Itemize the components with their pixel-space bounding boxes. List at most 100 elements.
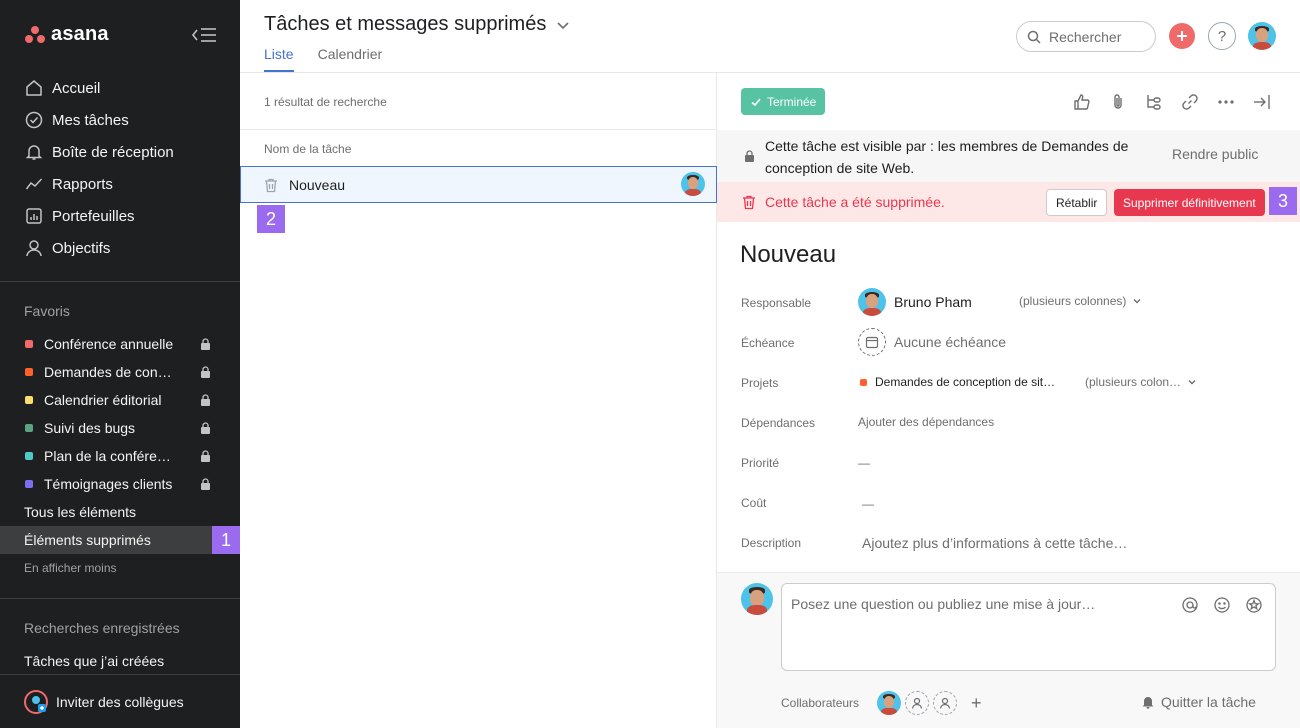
field-label-due-date: Échéance xyxy=(741,336,795,350)
quick-add-button[interactable] xyxy=(1169,23,1195,49)
sidebar-item-reports[interactable]: Rapports xyxy=(0,168,240,200)
top-header: Tâches et messages supprimés Liste Calen… xyxy=(240,0,1300,73)
sidebar-item-inbox[interactable]: Boîte de réception xyxy=(0,136,240,168)
project-color-dot xyxy=(860,378,867,386)
add-collaborator-placeholder-icon[interactable] xyxy=(933,691,957,715)
asana-logo[interactable]: asana xyxy=(25,23,109,46)
field-label-cost: Coût xyxy=(741,496,767,510)
task-title[interactable]: Nouveau xyxy=(740,241,836,269)
favorite-item[interactable]: Calendrier éditorial xyxy=(0,386,240,414)
bell-icon xyxy=(1142,697,1154,709)
add-collaborator-plus-icon[interactable]: + xyxy=(971,693,982,714)
column-header-task-name[interactable]: Nom de la tâche xyxy=(240,129,717,167)
sidebar-item-label: Mes tâches xyxy=(52,111,129,129)
task-name: Nouveau xyxy=(289,176,346,193)
comment-area: Posez une question ou publiez une mise à… xyxy=(717,572,1300,728)
deleted-message: Cette tâche a été supprimée. xyxy=(765,194,945,210)
due-date-field[interactable]: Aucune échéance xyxy=(858,328,1006,356)
favorite-item[interactable]: Conférence annuelle xyxy=(0,330,240,358)
make-public-button[interactable]: Rendre public xyxy=(1172,146,1258,162)
favorite-label: Demandes de conception de site Web xyxy=(44,364,176,380)
task-list-pane: 1 résultat de recherche Nom de la tâche … xyxy=(240,73,717,728)
mention-icon[interactable] xyxy=(1181,596,1199,614)
sidebar-item-my-tasks[interactable]: Mes tâches xyxy=(0,104,240,136)
more-icon[interactable] xyxy=(1216,92,1236,112)
favorite-label: Suivi des bugs xyxy=(44,420,136,436)
favorite-item[interactable]: Plan de la conférence xyxy=(0,442,240,470)
user-avatar[interactable] xyxy=(1248,22,1276,55)
invite-colleagues-button[interactable]: Inviter des collègues xyxy=(0,674,240,728)
comment-input[interactable]: Posez une question ou publiez une mise à… xyxy=(781,583,1276,671)
subtask-icon[interactable] xyxy=(1144,92,1164,112)
invite-label: Inviter des collègues xyxy=(56,693,184,710)
lock-icon xyxy=(201,338,210,350)
sidebar: asana Accueil Mes tâches Boîte de récept… xyxy=(0,0,240,728)
chart-line-icon xyxy=(24,174,44,194)
project-tag[interactable]: Demandes de conception de sit… xyxy=(860,375,1055,389)
description-input[interactable]: Ajoutez plus d’informations à cette tâch… xyxy=(862,535,1127,551)
thumbs-up-icon[interactable] xyxy=(1072,92,1092,112)
sidebar-item-all-items[interactable]: Tous les éléments xyxy=(0,498,240,526)
help-button[interactable]: ? xyxy=(1208,22,1236,50)
favorite-item[interactable]: Suivi des bugs xyxy=(0,414,240,442)
sidebar-item-portfolios[interactable]: Portefeuilles xyxy=(0,200,240,232)
visibility-banner: Cette tâche est visible par : les membre… xyxy=(717,130,1300,182)
collapse-sidebar-icon[interactable] xyxy=(191,26,217,44)
project-section[interactable]: (plusieurs colon… xyxy=(1085,375,1197,389)
sidebar-item-label: Accueil xyxy=(52,79,101,97)
search-input[interactable]: Rechercher xyxy=(1016,21,1156,52)
favorite-item[interactable]: Demandes de conception de site Web xyxy=(0,358,240,386)
sidebar-item-deleted-items[interactable]: Éléments supprimés xyxy=(0,526,212,554)
collaborator-avatar[interactable] xyxy=(877,691,901,715)
sidebar-item-home[interactable]: Accueil xyxy=(0,72,240,104)
task-toolbar xyxy=(1072,92,1272,112)
favorite-label: Plan de la conférence xyxy=(44,448,176,464)
leave-task-button[interactable]: Quitter la tâche xyxy=(1141,694,1256,710)
assignee-field[interactable]: Bruno Pham xyxy=(858,288,972,316)
attachment-icon[interactable] xyxy=(1108,92,1128,112)
lock-icon xyxy=(201,422,210,434)
comment-placeholder: Posez une question ou publiez une mise à… xyxy=(791,596,1096,612)
project-color-dot xyxy=(25,368,33,376)
collaborators-label: Collaborateurs xyxy=(781,696,860,710)
cost-value[interactable]: — xyxy=(862,497,874,511)
link-icon[interactable] xyxy=(1180,92,1200,112)
tab-list[interactable]: Liste xyxy=(264,46,294,72)
field-label-dependencies: Dépendances xyxy=(741,416,816,430)
sidebar-item-label: Boîte de réception xyxy=(52,143,174,161)
annotation-badge: 3 xyxy=(1269,187,1297,215)
field-label-projects: Projets xyxy=(741,376,779,390)
sidebar-item-goals[interactable]: Objectifs xyxy=(0,232,240,264)
mark-complete-button[interactable]: Terminée xyxy=(741,88,826,115)
close-pane-icon[interactable] xyxy=(1252,92,1272,112)
saved-search-item[interactable]: Tâches que j’ai créées xyxy=(24,653,164,669)
sidebar-divider xyxy=(0,281,240,282)
tab-calendar[interactable]: Calendrier xyxy=(318,46,383,72)
favorite-item[interactable]: Témoignages clients xyxy=(0,470,240,498)
search-icon xyxy=(1027,30,1041,44)
star-icon[interactable] xyxy=(1245,596,1263,614)
chevron-down-icon xyxy=(557,21,569,29)
table-row[interactable]: Nouveau xyxy=(240,166,717,203)
show-less-link[interactable]: En afficher moins xyxy=(0,554,240,582)
lock-icon xyxy=(745,150,754,162)
sidebar-item-label: Rapports xyxy=(52,175,113,193)
emoji-icon[interactable] xyxy=(1213,596,1231,614)
assignee-avatar[interactable] xyxy=(681,172,705,199)
annotation-badge: 2 xyxy=(257,205,285,233)
favorite-label: Conférence annuelle xyxy=(44,336,174,352)
avatar xyxy=(741,583,773,615)
page-title[interactable]: Tâches et messages supprimés xyxy=(264,13,570,36)
favorites-list: Conférence annuelle Demandes de concepti… xyxy=(0,330,240,582)
collaborators-list: + xyxy=(877,691,982,715)
trash-icon xyxy=(265,178,277,192)
add-collaborator-placeholder-icon[interactable] xyxy=(905,691,929,715)
trash-icon xyxy=(743,195,755,210)
restore-button[interactable]: Rétablir xyxy=(1046,189,1108,216)
sidebar-item-label: Objectifs xyxy=(52,239,111,257)
assignee-extra[interactable]: (plusieurs colonnes) xyxy=(1019,294,1142,308)
add-dependencies-button[interactable]: Ajouter des dépendances xyxy=(858,415,994,429)
project-section-label: (plusieurs colon… xyxy=(1085,375,1182,389)
delete-permanently-button[interactable]: Supprimer définitivement xyxy=(1114,189,1265,216)
priority-value[interactable]: — xyxy=(858,456,870,470)
